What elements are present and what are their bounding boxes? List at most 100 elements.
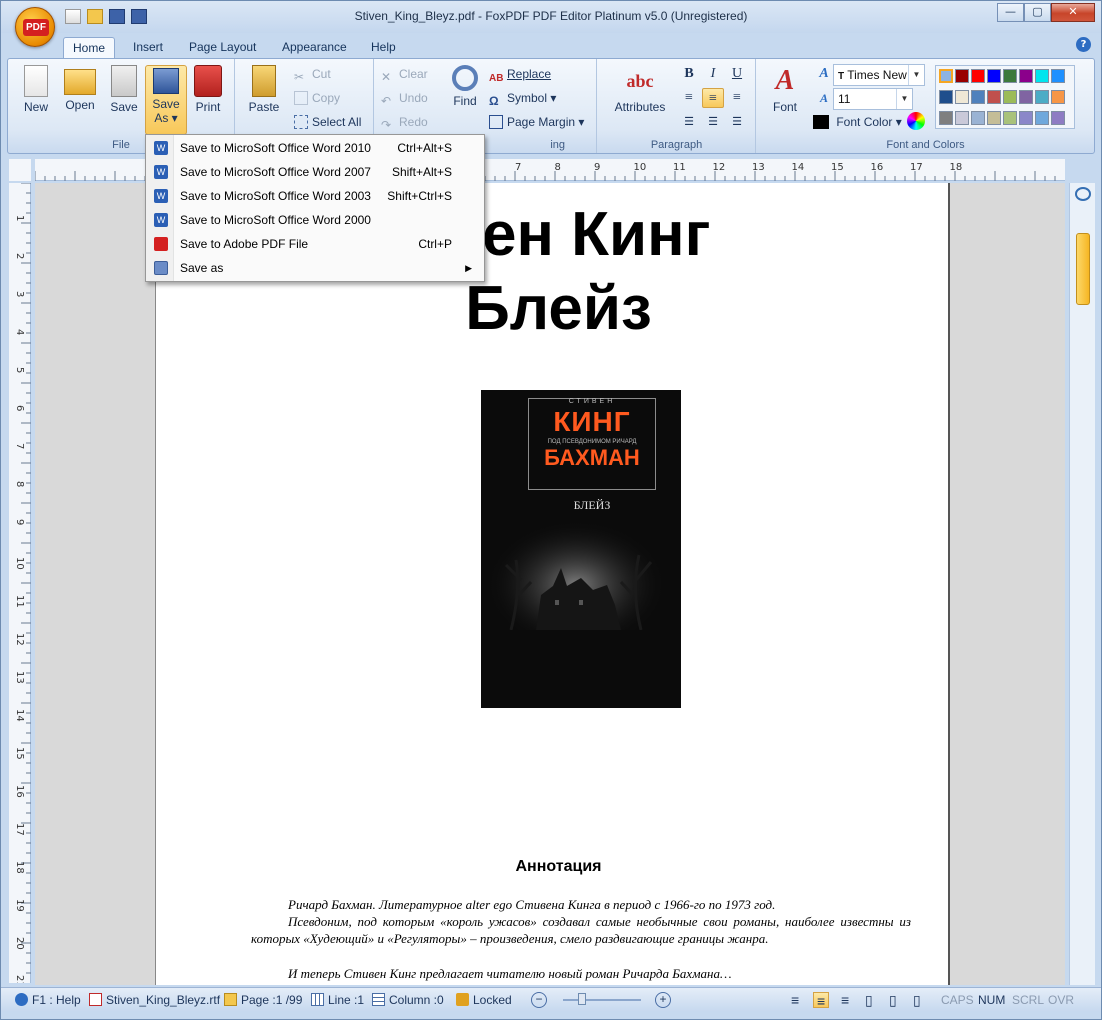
color-swatch[interactable] xyxy=(971,90,985,104)
replace-button[interactable]: AB Replace xyxy=(489,64,551,84)
font-color-button[interactable]: Font Color ▾ xyxy=(813,112,902,132)
color-swatch[interactable] xyxy=(971,111,985,125)
tab-page-layout[interactable]: Page Layout xyxy=(180,37,265,59)
color-swatch[interactable] xyxy=(1003,90,1017,104)
qat-open-icon[interactable] xyxy=(87,9,103,24)
justify-icon[interactable]: ▯ xyxy=(865,992,873,1008)
font-button[interactable]: A Font xyxy=(765,65,805,114)
new-button[interactable]: New xyxy=(16,65,56,114)
select-all-button[interactable]: Select All xyxy=(294,112,361,132)
paste-button[interactable]: Paste xyxy=(244,65,284,114)
indent-list-icon[interactable]: ☰ xyxy=(726,112,748,132)
chevron-down-icon[interactable]: ▼ xyxy=(896,89,912,109)
color-swatch[interactable] xyxy=(1035,90,1049,104)
close-button[interactable]: ✕ xyxy=(1051,3,1095,22)
color-swatch[interactable] xyxy=(1019,69,1033,83)
menu-item-save-word-2010[interactable]: W Save to MicroSoft Office Word 2010 Ctr… xyxy=(148,136,482,160)
color-swatch[interactable] xyxy=(987,69,1001,83)
status-locked[interactable]: Locked xyxy=(456,992,512,1008)
status-page[interactable]: Page :1 /99 xyxy=(224,992,302,1008)
page-margin-button[interactable]: Page Margin ▾ xyxy=(489,112,584,132)
font-size-combo[interactable]: 11 ▼ xyxy=(833,88,913,110)
color-swatch[interactable] xyxy=(1051,111,1065,125)
color-swatch[interactable] xyxy=(987,111,1001,125)
color-swatch[interactable] xyxy=(939,90,953,104)
view-eye-icon[interactable] xyxy=(1075,187,1091,201)
menu-item-save-word-2007[interactable]: W Save to MicroSoft Office Word 2007 Shi… xyxy=(148,160,482,184)
font-name-combo[interactable]: T Times New ▼ xyxy=(833,64,925,86)
tab-appearance[interactable]: Appearance xyxy=(273,37,356,59)
attributes-button[interactable]: abc Attributes xyxy=(612,65,668,114)
cut-button[interactable]: ✂ Cut xyxy=(294,64,331,84)
bullet-list-icon[interactable]: ☰ xyxy=(702,112,724,132)
document-page[interactable]: ивен Кинг Блейз СТИВЕН КИНГ ПОД ПСЕВДОНИ… xyxy=(155,183,950,985)
italic-button[interactable]: I xyxy=(702,64,724,84)
vertical-ruler[interactable]: 1 2 3 4 5 6 7 8 9 10 11 12 13 14 15 16 17 18 19 20 21 xyxy=(9,182,31,988)
clear-button[interactable]: ✕ Clear xyxy=(381,64,428,84)
view-mode-icon[interactable]: ▯ xyxy=(889,992,897,1008)
menu-item-save-word-2000[interactable]: W Save to MicroSoft Office Word 2000 xyxy=(148,208,482,232)
color-swatch[interactable] xyxy=(955,90,969,104)
underline-button[interactable]: U xyxy=(726,64,748,84)
shrink-font-icon[interactable]: A xyxy=(813,88,835,108)
grow-font-icon[interactable]: A xyxy=(813,64,835,84)
vertical-scrollbar[interactable] xyxy=(1069,183,1095,985)
color-swatch[interactable] xyxy=(939,69,953,83)
status-help[interactable]: F1 : Help xyxy=(15,992,81,1008)
color-swatch[interactable] xyxy=(1035,111,1049,125)
save-button[interactable]: Save xyxy=(104,65,144,114)
numbered-list-icon[interactable]: ☰ xyxy=(678,112,700,132)
view-mode-icon[interactable]: ▯ xyxy=(913,992,921,1008)
status-column[interactable]: Column :0 xyxy=(372,992,444,1008)
status-file[interactable]: Stiven_King_Bleyz.rtf xyxy=(89,992,220,1008)
help-icon[interactable]: ? xyxy=(1076,37,1091,52)
qat-save-icon[interactable] xyxy=(109,9,125,24)
find-button[interactable]: Find xyxy=(445,65,485,108)
application-menu-button[interactable]: PDF xyxy=(15,7,55,47)
zoom-out-icon[interactable]: − xyxy=(531,992,547,1008)
chevron-down-icon[interactable]: ▼ xyxy=(908,65,924,85)
menu-item-save-word-2003[interactable]: W Save to MicroSoft Office Word 2003 Shi… xyxy=(148,184,482,208)
zoom-slider[interactable] xyxy=(563,999,641,1001)
status-line[interactable]: Line :1 xyxy=(311,992,364,1008)
align-left-icon[interactable]: ≡ xyxy=(678,88,700,108)
document-canvas[interactable]: ивен Кинг Блейз СТИВЕН КИНГ ПОД ПСЕВДОНИ… xyxy=(35,183,1065,985)
copy-button[interactable]: Copy xyxy=(294,88,340,108)
symbol-button[interactable]: Ω Symbol ▾ xyxy=(489,88,556,108)
color-swatch[interactable] xyxy=(987,90,1001,104)
zoom-slider-thumb[interactable] xyxy=(578,993,586,1005)
scrollbar-thumb[interactable] xyxy=(1076,233,1090,305)
color-swatch[interactable] xyxy=(1051,69,1065,83)
maximize-button[interactable]: ▢ xyxy=(1024,3,1051,22)
qat-save-as-icon[interactable] xyxy=(131,9,147,24)
color-swatch[interactable] xyxy=(1051,90,1065,104)
color-swatch[interactable] xyxy=(1035,69,1049,83)
bold-button[interactable]: B xyxy=(678,64,700,84)
tab-home[interactable]: Home xyxy=(63,37,116,59)
zoom-in-icon[interactable]: + xyxy=(655,992,671,1008)
menu-item-save-as[interactable]: Save as ▶ xyxy=(148,256,482,280)
print-button[interactable]: Print xyxy=(188,65,228,114)
color-swatch[interactable] xyxy=(955,69,969,83)
align-right-icon[interactable]: ≡ xyxy=(841,992,849,1008)
save-as-button[interactable]: Save As ▾ xyxy=(145,65,187,135)
tab-insert[interactable]: Insert xyxy=(124,37,172,59)
color-swatch[interactable] xyxy=(955,111,969,125)
tab-help[interactable]: Help xyxy=(362,37,405,59)
redo-button[interactable]: ↷ Redo xyxy=(381,112,428,132)
color-swatch[interactable] xyxy=(1003,69,1017,83)
color-swatch[interactable] xyxy=(939,111,953,125)
align-right-icon[interactable]: ≡ xyxy=(726,88,748,108)
color-swatch[interactable] xyxy=(971,69,985,83)
align-center-icon[interactable]: ≡ xyxy=(813,992,830,1009)
align-center-icon[interactable]: ≡ xyxy=(702,88,724,108)
align-left-icon[interactable]: ≡ xyxy=(791,992,799,1008)
color-swatch[interactable] xyxy=(1003,111,1017,125)
ruler-corner[interactable] xyxy=(9,159,31,181)
minimize-button[interactable]: — xyxy=(997,3,1024,22)
color-swatch[interactable] xyxy=(1019,111,1033,125)
color-wheel-icon[interactable] xyxy=(907,112,925,130)
undo-button[interactable]: ↶ Undo xyxy=(381,88,428,108)
open-button[interactable]: Open xyxy=(60,65,100,112)
qat-new-icon[interactable] xyxy=(65,9,81,24)
